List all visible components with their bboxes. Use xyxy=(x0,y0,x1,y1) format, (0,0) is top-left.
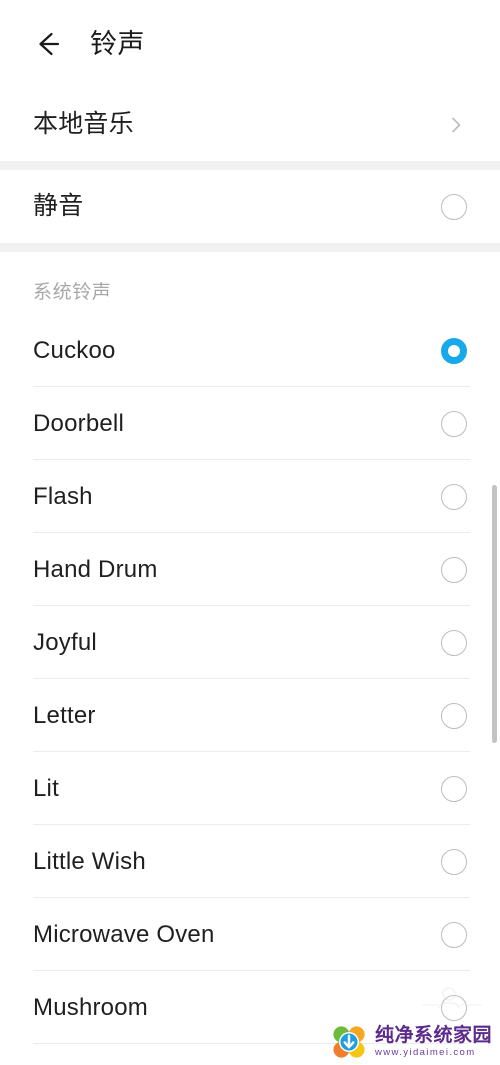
radio-ringtone[interactable] xyxy=(441,337,467,364)
back-button[interactable] xyxy=(30,27,64,61)
radio-ringtone[interactable] xyxy=(441,410,467,437)
app-header: 铃声 xyxy=(0,0,500,88)
ringtone-list: Cuckoo Doorbell Flash Hand Drum Joyful Letter… xyxy=(0,314,500,1065)
local-music-label: 本地音乐 xyxy=(33,110,134,138)
list-item-ringtone[interactable]: Hand Drum xyxy=(0,533,500,606)
section-divider-band-2 xyxy=(0,243,500,252)
scrollbar-thumb[interactable] xyxy=(492,485,497,743)
radio-ringtone[interactable] xyxy=(441,848,467,875)
list-item-ringtone[interactable]: Microwave Oven xyxy=(0,898,500,971)
ringtone-label: Joyful xyxy=(33,628,97,656)
ringtone-label: Letter xyxy=(33,701,96,729)
list-item-ringtone[interactable]: Joyful xyxy=(0,606,500,679)
ringtone-label: Cuckoo xyxy=(33,336,116,364)
radio-ringtone[interactable] xyxy=(441,775,467,802)
ringtone-label: Flash xyxy=(33,482,93,510)
radio-ringtone[interactable] xyxy=(441,702,467,729)
list-item-ringtone[interactable]: Little Wish xyxy=(0,825,500,898)
ringtone-label: Hand Drum xyxy=(33,555,158,583)
ringtone-settings-screen: 铃声 本地音乐 静音 系统铃声 Cuckoo Doorbell Flash Hand … xyxy=(0,0,500,1065)
radio-ringtone[interactable] xyxy=(441,921,467,948)
radio-ringtone[interactable] xyxy=(441,994,467,1021)
radio-ringtone[interactable] xyxy=(441,483,467,510)
list-item-silent[interactable]: 静音 xyxy=(0,170,500,243)
list-item-ringtone[interactable]: Flash xyxy=(0,460,500,533)
section-divider-band xyxy=(0,161,500,170)
section-header-system-ringtones: 系统铃声 xyxy=(0,252,500,314)
arrow-left-icon xyxy=(31,28,63,60)
section-header-label: 系统铃声 xyxy=(33,282,112,303)
ringtone-label: Microwave Oven xyxy=(33,920,215,948)
radio-ringtone[interactable] xyxy=(441,629,467,656)
page-title: 铃声 xyxy=(90,28,145,59)
silent-label: 静音 xyxy=(33,192,84,220)
list-item-ringtone[interactable]: Mushroom xyxy=(0,971,500,1044)
radio-ringtone[interactable] xyxy=(441,556,467,583)
list-item-local-music[interactable]: 本地音乐 xyxy=(0,88,500,161)
chevron-right-icon xyxy=(445,114,467,136)
ringtone-label: Mushroom xyxy=(33,993,148,1021)
list-item-ringtone[interactable]: New World xyxy=(0,1044,500,1065)
ringtone-label: Lit xyxy=(33,774,59,802)
list-item-ringtone[interactable]: Cuckoo xyxy=(0,314,500,387)
list-item-ringtone[interactable]: Doorbell xyxy=(0,387,500,460)
list-item-ringtone[interactable]: Lit xyxy=(0,752,500,825)
ringtone-label: Doorbell xyxy=(33,409,124,437)
list-item-ringtone[interactable]: Letter xyxy=(0,679,500,752)
radio-silent[interactable] xyxy=(441,193,467,220)
ringtone-label: Little Wish xyxy=(33,847,146,875)
